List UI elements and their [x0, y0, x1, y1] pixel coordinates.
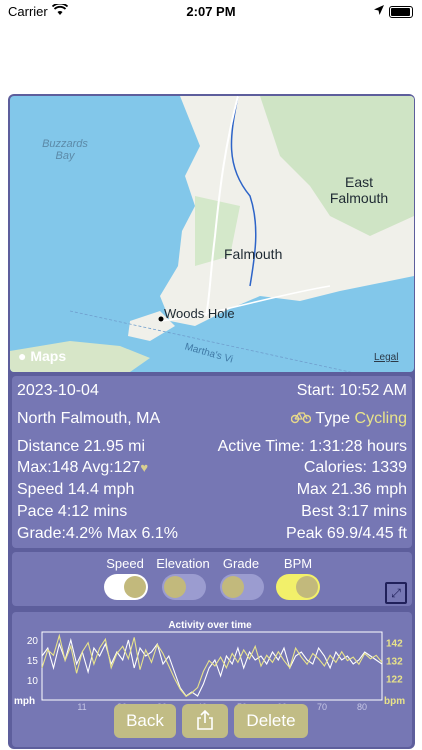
- back-button[interactable]: Back: [114, 704, 176, 738]
- toggle-bpm[interactable]: [276, 574, 320, 600]
- map-label-woods-hole: Woods Hole: [164, 306, 235, 321]
- maps-logo-text: Maps: [30, 348, 67, 364]
- apple-icon: ●: [18, 348, 31, 364]
- toggle-elevation[interactable]: [162, 574, 206, 600]
- left-tick-label: 10: [27, 676, 39, 687]
- right-axis-label: bpm: [384, 696, 405, 707]
- activity-type: Type Cycling: [291, 410, 407, 428]
- share-button[interactable]: [182, 704, 228, 738]
- activity-peak: Peak 69.9/4.45 ft: [286, 525, 407, 542]
- activity-calories: Calories: 1339: [303, 459, 407, 476]
- left-tick-label: 15: [27, 656, 39, 667]
- activity-type-label: Type: [315, 410, 351, 427]
- left-tick-label: 20: [27, 636, 39, 647]
- activity-start: Start: 10:52 AM: [296, 382, 407, 399]
- right-tick-label: 122: [386, 675, 403, 686]
- activity-date: 2023-10-04: [17, 382, 99, 399]
- chart-title: Activity over time: [168, 620, 252, 631]
- activity-speed: Speed 14.4 mph: [17, 481, 135, 498]
- bicycle-icon: [291, 410, 315, 427]
- activity-active-time: Active Time: 1:31:28 hours: [217, 438, 407, 455]
- location-arrow-icon: [373, 4, 385, 19]
- x-tick-label: 11: [77, 702, 86, 712]
- map-label-falmouth: Falmouth: [224, 246, 283, 262]
- map-label-buzzards-bay: Buzzards Bay: [42, 138, 88, 162]
- activity-max-speed: Max 21.36 mph: [296, 481, 407, 498]
- route-map[interactable]: Buzzards Bay East Falmouth Falmouth Wood…: [10, 96, 414, 372]
- activity-grade: Grade:4.2% Max 6.1%: [17, 525, 178, 542]
- activity-distance: Distance 21.95 mi: [17, 438, 146, 455]
- battery-icon: [389, 6, 413, 18]
- x-tick-label: 80: [357, 702, 367, 712]
- toggle-grade-knob: [222, 576, 244, 598]
- activity-type-value: Cycling: [354, 410, 407, 427]
- toggle-label-bpm: BPM: [283, 556, 313, 571]
- right-tick-label: 132: [386, 657, 403, 668]
- activity-best-pace: Best 3:17 mins: [301, 503, 407, 520]
- left-axis-label: mph: [14, 696, 35, 707]
- activity-info-card: 2023-10-04 Start: 10:52 AM North Falmout…: [12, 376, 412, 548]
- toggle-bpm-knob: [296, 576, 318, 598]
- chart-toggles-card: Speed Elevation Grade BPM ⤢: [12, 552, 412, 606]
- toggle-speed[interactable]: [104, 574, 148, 600]
- toggle-elevation-knob: [164, 576, 186, 598]
- share-icon: [196, 709, 214, 730]
- right-tick-label: 142: [386, 639, 403, 650]
- x-tick-label: 70: [317, 702, 327, 712]
- clock: 2:07 PM: [186, 4, 236, 19]
- activity-pace: Pace 4:12 mins: [17, 503, 128, 520]
- activity-location: North Falmouth, MA: [17, 410, 161, 427]
- activity-heart-rate: Max:148 Avg:127: [17, 459, 141, 476]
- speed-series-line: [41, 637, 383, 697]
- expand-icon[interactable]: ⤢: [385, 582, 407, 604]
- apple-maps-logo: ● Maps: [18, 348, 66, 364]
- map-legal-link[interactable]: Legal: [374, 352, 398, 363]
- toggle-speed-knob: [124, 576, 146, 598]
- toggle-grade[interactable]: [220, 574, 264, 600]
- map-label-east-falmouth: East Falmouth: [329, 174, 389, 206]
- heart-icon: ♥: [140, 460, 149, 475]
- delete-button[interactable]: Delete: [234, 704, 308, 738]
- status-bar: Carrier 2:07 PM: [0, 0, 422, 24]
